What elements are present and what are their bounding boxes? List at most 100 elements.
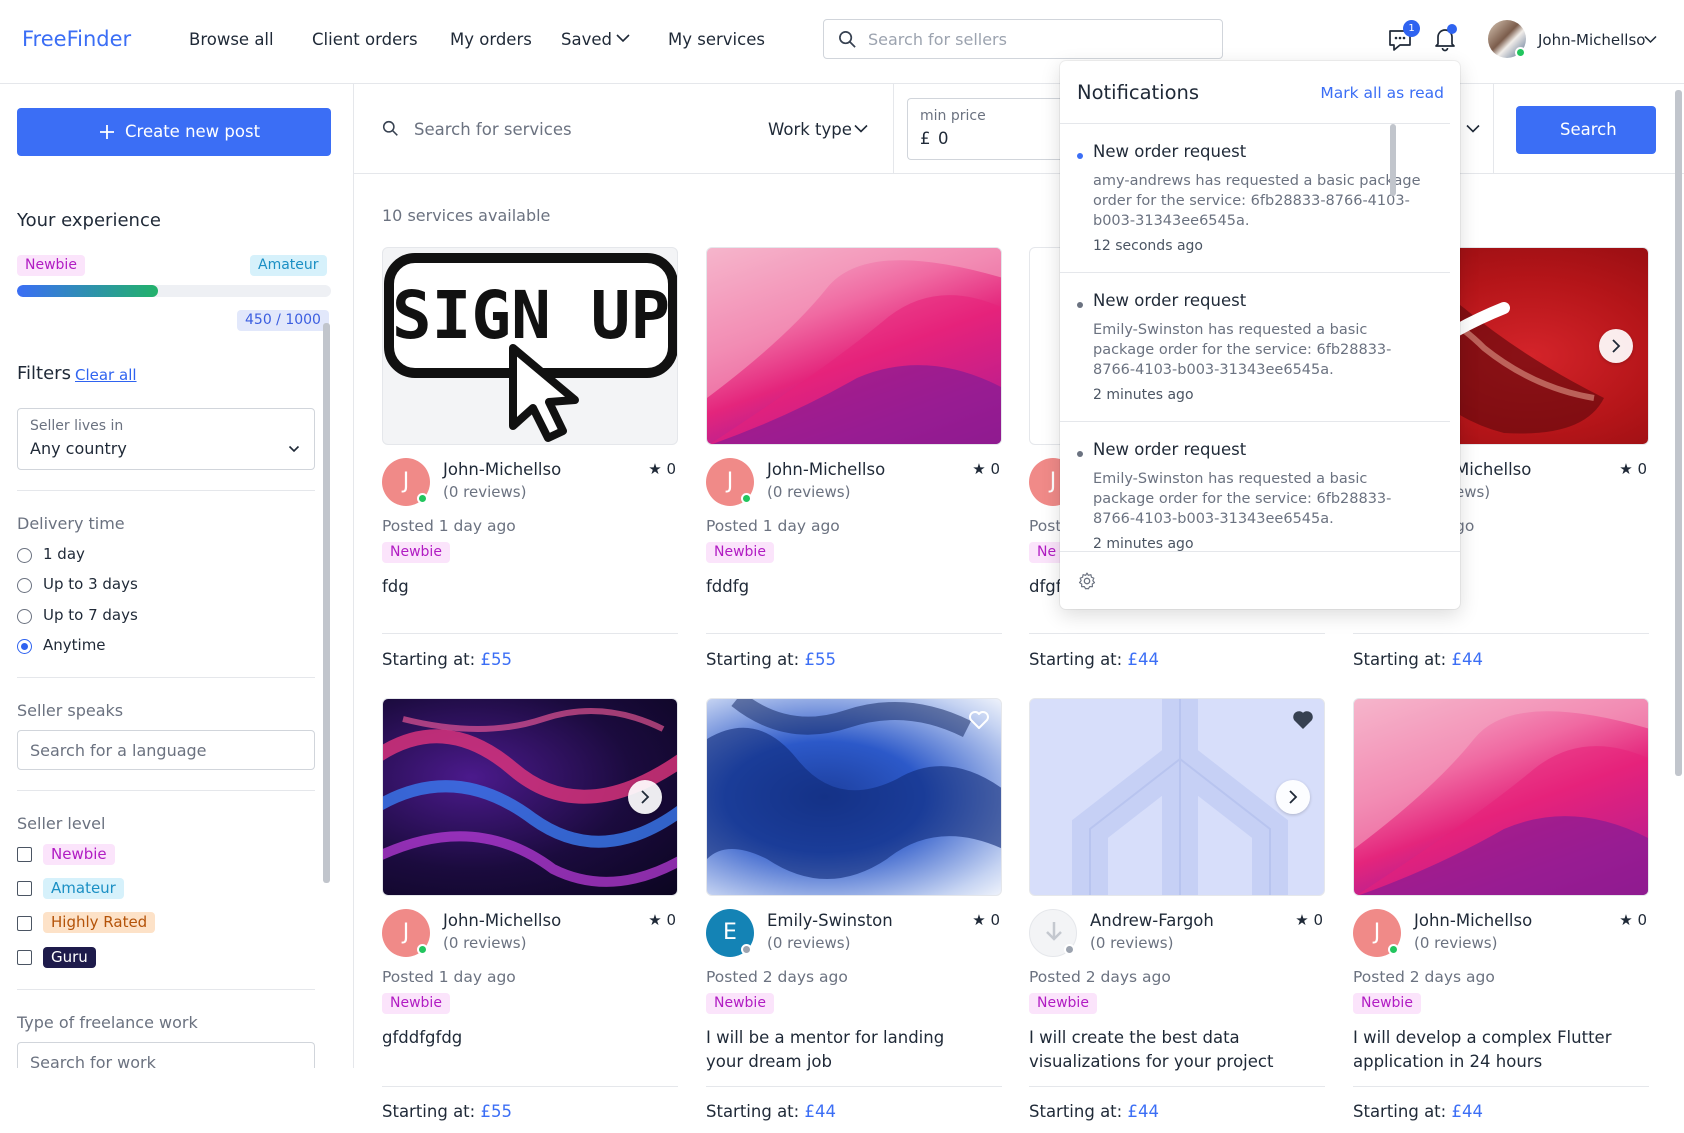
radio-1-day[interactable]: [17, 548, 32, 563]
review-count: (0 reviews): [443, 483, 527, 501]
seller-level-badge: Newbie: [382, 542, 450, 563]
service-image-pink-waves[interactable]: [1353, 698, 1649, 896]
heart-filled-icon[interactable]: [1292, 710, 1314, 730]
price-label: Starting at:: [706, 650, 800, 669]
mark-all-read-button[interactable]: Mark all as read: [1320, 84, 1444, 102]
work-type-title: Type of freelance work: [17, 1013, 198, 1032]
blue-ink-art: [707, 699, 1001, 879]
currency-symbol: £: [920, 129, 931, 148]
service-card[interactable]: Andrew-Fargoh (0 reviews) ★ 0 Posted 2 d…: [1029, 698, 1325, 1133]
chevron-right-icon: [1612, 339, 1621, 353]
divider: [1029, 633, 1325, 634]
min-price-input[interactable]: min price £ 0: [907, 98, 1067, 160]
posted-time: Post: [1029, 517, 1062, 535]
service-card[interactable]: J John-Michellso (0 reviews) ★ 0 Posted …: [706, 247, 1002, 687]
country-select[interactable]: Seller lives in Any country: [17, 408, 315, 470]
work-type-dropdown[interactable]: Work type: [768, 120, 852, 139]
filters-sidebar: Create new post Your experience Newbie A…: [0, 84, 354, 1133]
service-card[interactable]: SIGN UP J John-Michellso (0 reviews) ★ 0…: [382, 247, 678, 687]
divider: [17, 677, 315, 678]
seller-name[interactable]: Emily-Swinston: [767, 911, 893, 930]
nav-client-orders[interactable]: Client orders: [312, 30, 418, 49]
heart-outline-icon[interactable]: [968, 710, 990, 730]
gear-icon[interactable]: [1077, 571, 1097, 591]
review-count: (0 reviews): [443, 934, 527, 952]
service-search-input[interactable]: Search for services: [414, 120, 572, 139]
service-image-pink-waves[interactable]: [706, 247, 1002, 445]
next-level-badge: Amateur: [250, 255, 327, 276]
create-new-post-button[interactable]: Create new post: [17, 108, 331, 156]
sidebar-scrollbar[interactable]: [323, 323, 330, 883]
username-label[interactable]: John-Michellso: [1538, 31, 1645, 49]
online-status-dot: [1515, 47, 1526, 58]
radio-up-to-3-days[interactable]: [17, 578, 32, 593]
radio-up-to-7-days[interactable]: [17, 609, 32, 624]
service-image-sign-up[interactable]: SIGN UP: [382, 247, 678, 445]
service-title[interactable]: fdg: [382, 575, 652, 599]
logo[interactable]: FreeFinder: [22, 27, 131, 51]
seller-name[interactable]: Michellso: [1455, 460, 1531, 479]
checkbox-guru[interactable]: [17, 950, 32, 965]
min-price-value: 0: [938, 129, 949, 148]
seller-name[interactable]: John-Michellso: [443, 911, 561, 930]
seller-level-title: Seller level: [17, 814, 106, 833]
nav-my-services[interactable]: My services: [668, 30, 765, 49]
divider: [706, 633, 1002, 634]
service-title[interactable]: I will create the best data visualizatio…: [1029, 1026, 1299, 1074]
chevron-down-icon[interactable]: [1644, 35, 1657, 44]
next-image-button[interactable]: [1276, 780, 1310, 814]
notifications-scrollbar[interactable]: [1390, 124, 1396, 196]
messages-badge: 1: [1403, 20, 1420, 37]
notification-title: New order request: [1093, 142, 1247, 161]
next-image-button[interactable]: [1599, 329, 1633, 363]
review-count: ews): [1455, 483, 1491, 501]
current-level-badge: Newbie: [17, 255, 85, 276]
service-card[interactable]: J John-Michellso (0 reviews) ★ 0 Posted …: [1353, 698, 1649, 1133]
seller-name[interactable]: John-Michellso: [443, 460, 561, 479]
service-title[interactable]: gfddfgfdg: [382, 1026, 652, 1050]
rating: ★ 0: [648, 911, 676, 929]
chevron-down-icon[interactable]: [616, 33, 630, 43]
divider: [1353, 633, 1649, 634]
notification-time: 12 seconds ago: [1093, 238, 1203, 254]
seller-search-placeholder: Search for sellers: [868, 30, 1007, 49]
divider: [706, 1086, 1002, 1087]
chevron-down-icon[interactable]: [854, 124, 868, 133]
notifications-title: Notifications: [1077, 81, 1200, 104]
seller-search-input[interactable]: Search for sellers: [823, 19, 1223, 59]
rating: ★ 0: [648, 460, 676, 478]
service-title[interactable]: I will develop a complex Flutter applica…: [1353, 1026, 1623, 1074]
seller-name[interactable]: Andrew-Fargoh: [1090, 911, 1214, 930]
service-image-blue-ink[interactable]: [706, 698, 1002, 896]
checkbox-amateur[interactable]: [17, 881, 32, 896]
notification-item[interactable]: New order request Emily-Swinston has req…: [1060, 272, 1450, 421]
clear-all-link[interactable]: Clear all: [75, 366, 137, 384]
service-card[interactable]: J John-Michellso (0 reviews) ★ 0 Posted …: [382, 698, 678, 1133]
language-search-input[interactable]: Search for a language: [17, 730, 315, 770]
next-image-button[interactable]: [628, 780, 662, 814]
chevron-down-icon[interactable]: [1466, 124, 1480, 133]
radio-anytime[interactable]: [17, 639, 32, 654]
delivery-time-title: Delivery time: [17, 514, 125, 533]
seller-name[interactable]: John-Michellso: [1414, 911, 1532, 930]
price-value: £55: [804, 650, 836, 669]
main-scrollbar[interactable]: [1675, 90, 1682, 776]
seller-name[interactable]: John-Michellso: [767, 460, 885, 479]
review-count: (0 reviews): [767, 934, 851, 952]
search-button[interactable]: Search: [1516, 106, 1656, 154]
notification-item[interactable]: New order request Emily-Swinston has req…: [1060, 421, 1450, 570]
create-new-post-label: Create new post: [125, 122, 261, 141]
level-highly-rated: Highly Rated: [43, 912, 156, 933]
service-title[interactable]: I will be a mentor for landing your drea…: [706, 1026, 976, 1074]
service-card[interactable]: E Emily-Swinston (0 reviews) ★ 0 Posted …: [706, 698, 1002, 1133]
nav-browse-all[interactable]: Browse all: [189, 30, 274, 49]
service-title[interactable]: fddfg: [706, 575, 976, 599]
nav-saved[interactable]: Saved: [561, 30, 612, 49]
checkbox-highly-rated[interactable]: [17, 916, 32, 931]
level-newbie: Newbie: [43, 844, 115, 865]
checkbox-newbie[interactable]: [17, 847, 32, 862]
notification-title: New order request: [1093, 291, 1247, 310]
notification-title: New order request: [1093, 440, 1247, 459]
nav-my-orders[interactable]: My orders: [450, 30, 532, 49]
divider: [1029, 1086, 1325, 1087]
